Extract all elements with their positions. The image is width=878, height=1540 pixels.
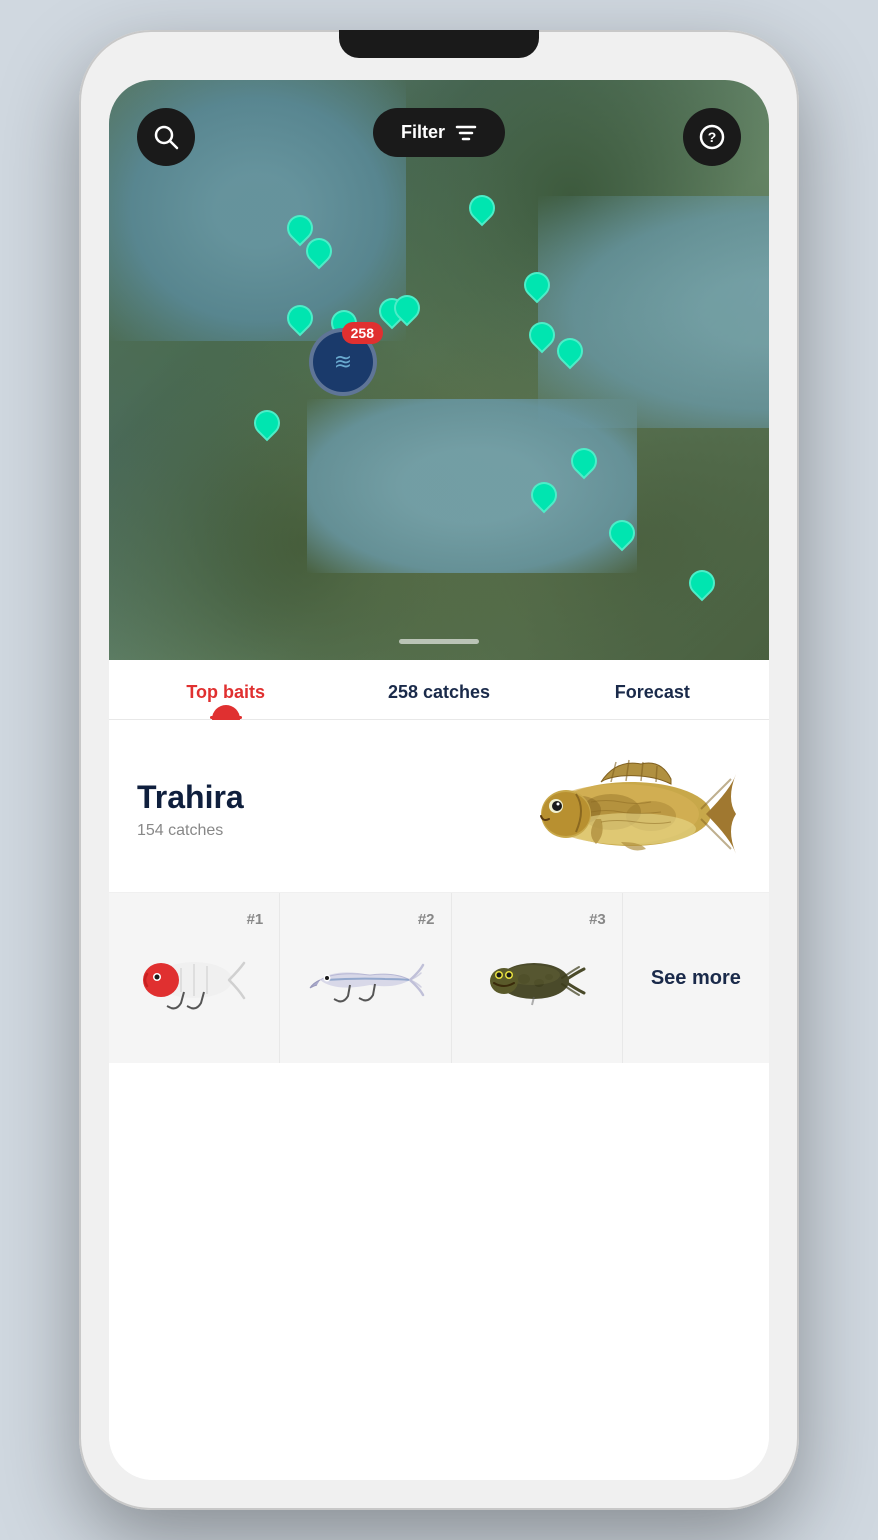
map-water-area-3	[538, 196, 769, 428]
search-icon	[153, 124, 179, 150]
see-more-label: See more	[651, 967, 741, 990]
map-pin[interactable]	[254, 410, 276, 438]
filter-icon	[455, 124, 477, 142]
map-pin[interactable]	[524, 272, 546, 300]
bait-image-1	[121, 940, 267, 1020]
map-pin[interactable]	[689, 570, 711, 598]
bait-image-2	[292, 940, 438, 1020]
map-pin[interactable]	[557, 338, 579, 366]
bait-card-2[interactable]: #2	[280, 893, 451, 1063]
map-pin[interactable]	[571, 448, 593, 476]
cluster-circle: ≋ 258	[309, 328, 377, 396]
phone-notch	[339, 30, 539, 58]
fish-image-container	[501, 744, 741, 874]
filter-label: Filter	[401, 122, 445, 143]
fish-illustration	[521, 754, 741, 864]
fish-catches-count: 154 catches	[137, 822, 501, 840]
map-pin[interactable]	[287, 305, 309, 333]
tabs-row: Top baits 258 catches Forecast	[109, 660, 769, 719]
wave-icon: ≋	[334, 349, 352, 375]
map-pin[interactable]	[469, 195, 491, 223]
fish-info: Trahira 154 catches	[137, 779, 501, 840]
bait-rank-2: #2	[418, 911, 435, 928]
phone-screen: ≋ 258 Filter	[109, 80, 769, 1480]
map-pin[interactable]	[529, 322, 551, 350]
phone-frame: ≋ 258 Filter	[79, 30, 799, 1510]
help-button[interactable]: ?	[683, 108, 741, 166]
lure-illustration-1	[139, 948, 249, 1013]
tab-top-baits[interactable]: Top baits	[119, 660, 332, 719]
bottom-area	[109, 1063, 769, 1480]
tabs-section: Top baits 258 catches Forecast	[109, 660, 769, 720]
see-more-card[interactable]: See more	[623, 893, 769, 1063]
cluster-count-badge: 258	[342, 322, 383, 344]
bait-rank-3: #3	[589, 911, 606, 928]
search-button[interactable]	[137, 108, 195, 166]
map-scroll-indicator	[399, 639, 479, 644]
map-section[interactable]: ≋ 258 Filter	[109, 80, 769, 660]
tab-forecast[interactable]: Forecast	[546, 660, 759, 719]
bait-card-1[interactable]: #1	[109, 893, 280, 1063]
lure-illustration-2	[305, 953, 425, 1008]
map-pin[interactable]	[609, 520, 631, 548]
tab-catches[interactable]: 258 catches	[332, 660, 545, 719]
map-pin[interactable]	[394, 295, 416, 323]
bait-rank-1: #1	[247, 911, 264, 928]
svg-text:?: ?	[708, 129, 717, 145]
filter-button[interactable]: Filter	[373, 108, 505, 157]
bait-image-3	[464, 940, 610, 1020]
help-icon: ?	[699, 124, 725, 150]
map-cluster-marker[interactable]: ≋ 258	[309, 328, 377, 396]
map-pin[interactable]	[306, 238, 328, 266]
bait-card-3[interactable]: #3	[452, 893, 623, 1063]
lure-illustration-3	[484, 953, 589, 1008]
map-pin[interactable]	[531, 482, 553, 510]
baits-section: #1	[109, 892, 769, 1063]
fish-name: Trahira	[137, 779, 501, 816]
fish-section: Trahira 154 catches	[109, 720, 769, 892]
